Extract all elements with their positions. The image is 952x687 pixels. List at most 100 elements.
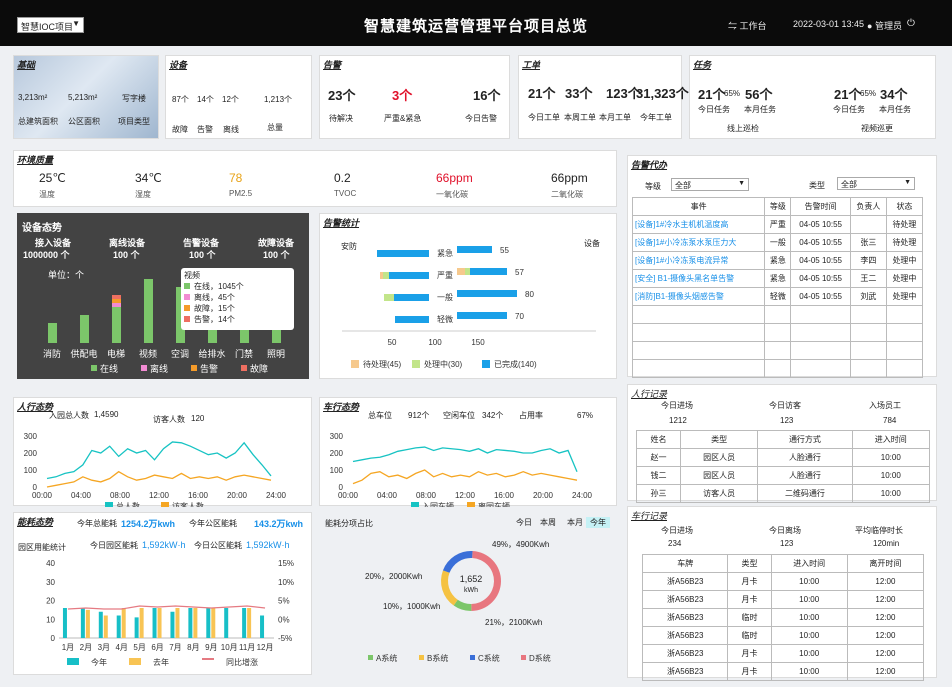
env-label: 温度 <box>39 190 55 199</box>
table-row[interactable]: 赵一 园区人员 人脸通行 10:00 <box>636 448 931 467</box>
alarm-critical-value: 3个 <box>392 88 413 103</box>
table-row[interactable]: [设备]1#冷水主机机温度高 严重 04-05 10:55 待处理 <box>631 215 924 234</box>
todo-type-select[interactable]: 全部 ▼ <box>837 177 915 190</box>
alarm-todo-card: 告警代办 等级 全部 ▼ 类型 全部 ▼ 事件 等级 告警时间 负责人 状态 [设备]1#冷… <box>627 155 937 378</box>
tooltip-row: 故障，15个 <box>184 303 291 314</box>
wo-year-label: 今年工单 <box>640 113 672 122</box>
empty-cell <box>790 359 851 378</box>
energy-card: 能耗态势 今年总能耗 1254.2万kwh 今年公区能耗 143.2万kwh 园… <box>13 512 312 675</box>
bar-今年 <box>188 608 193 638</box>
x-tick: 08:00 <box>110 491 131 500</box>
table-row[interactable]: [设备]1#小冷冻泵水泵压力大 一般 04-05 10:55 张三 待处理 <box>631 233 924 252</box>
car-record-table: 车牌 类型 进入时间 离开时间 浙A56B23 月卡 10:00 12:00 浙A56B23 月卡… <box>641 554 925 681</box>
bar-今年 <box>98 611 103 638</box>
env-value: 34℃ <box>135 171 162 185</box>
table-row[interactable]: 浙A56B23 临时 10:00 12:00 <box>641 608 925 627</box>
split-label-d: 49%，4900Kwh <box>492 540 550 549</box>
user-menu[interactable]: ● 管理员 <box>867 19 902 32</box>
x-tick: 5月 <box>133 643 145 652</box>
env-value: 66ppm <box>551 171 588 185</box>
y-tick: 20 <box>46 597 55 606</box>
x-tick: 16:00 <box>494 491 515 500</box>
alarm-pending-label: 待解决 <box>329 114 353 123</box>
table-cell: 处理中 <box>885 269 924 288</box>
todo-level-select[interactable]: 全部 ▼ <box>671 178 749 191</box>
legend-label: 总人数 <box>116 501 140 507</box>
bar-left <box>377 250 429 257</box>
table-cell: 浙A56B23 <box>641 626 729 645</box>
axis-tick: 150 <box>471 338 485 347</box>
bar-value: 70 <box>515 312 524 321</box>
table-cell[interactable]: [消防]B1-摄像头烟感告警 <box>631 287 766 306</box>
bar-left <box>389 272 429 279</box>
cr-avg-value: 120min <box>873 539 900 548</box>
table-row[interactable]: [设备]1#小冷冻泵电流异常 紧急 04-05 10:55 李四 处理中 <box>631 251 924 270</box>
task-a-caption: 线上巡检 <box>727 124 759 133</box>
table-cell: 10:00 <box>770 590 848 609</box>
chevron-down-icon: ▼ <box>738 180 745 187</box>
table-row[interactable]: 钱二 园区人员 人脸通行 10:00 <box>636 466 931 485</box>
device-status-card: 设备态势 接入设备 离线设备 告警设备 故障设备 1000000 个 100 个… <box>17 213 309 379</box>
x-tick: 00:00 <box>338 491 359 500</box>
table-cell: 04-05 10:55 <box>790 251 851 270</box>
todo-title: 告警代办 <box>631 160 668 170</box>
x-tick-label: 给排水 <box>198 348 225 359</box>
x-tick: 4月 <box>115 643 127 652</box>
env-label: 二氧化碳 <box>551 190 583 199</box>
table-cell[interactable]: [设备]1#小冷冻泵电流异常 <box>631 251 766 270</box>
table-cell[interactable]: [设备]1#小冷冻泵水泵压力大 <box>631 233 766 252</box>
table-row[interactable]: 浙A56B23 月卡 10:00 12:00 <box>641 644 925 663</box>
legend-swatch <box>191 365 197 371</box>
y-tick: 100 <box>24 466 38 475</box>
pie-center-unit: kWh <box>464 587 478 594</box>
table-cell: 临时 <box>727 608 772 627</box>
table-cell: 04-05 10:55 <box>790 215 851 234</box>
bar-去年 <box>85 609 90 638</box>
env-title: 环境质量 <box>17 155 54 165</box>
legend-label: B系统 <box>427 653 448 663</box>
table-cell[interactable]: [设备]1#冷水主机机温度高 <box>631 215 766 234</box>
table-cell: 处理中 <box>885 251 924 270</box>
task-a-today-value: 21个 <box>698 87 726 102</box>
user-name: 管理员 <box>874 21 902 31</box>
device-offline-label: 离线 <box>223 125 239 134</box>
table-row[interactable]: 浙A56B23 月卡 10:00 12:00 <box>641 662 925 681</box>
legend-swatch <box>184 283 190 289</box>
y-right-tick: -5% <box>278 634 292 643</box>
people-record-card: 人行记录 今日进场 今日访客 入场员工 1212 123 784 姓名 类型 通行方… <box>627 384 937 503</box>
x-tick-label: 视频 <box>139 348 157 359</box>
tooltip-title: 视频 <box>184 271 200 280</box>
device-total-value: 1,213个 <box>264 95 293 104</box>
legend-swatch <box>67 658 79 665</box>
empty-cell <box>849 341 887 360</box>
task-b-today-label: 今日任务 <box>833 105 865 114</box>
column-header: 告警时间 <box>790 197 851 216</box>
empty-cell <box>790 323 851 342</box>
table-cell: 紧急 <box>764 251 792 270</box>
table-row[interactable]: 浙A56B23 临时 10:00 12:00 <box>641 626 925 645</box>
wo-week-value: 33个 <box>565 86 593 101</box>
column-header: 类型 <box>727 554 772 573</box>
table-cell: 人脸通行 <box>757 466 853 485</box>
bar-去年 <box>139 608 144 638</box>
table-cell: 12:00 <box>846 590 925 609</box>
env-value: 0.2 <box>334 171 351 185</box>
table-row[interactable]: 孙三 访客人员 二维码通行 10:00 <box>636 484 931 503</box>
table-cell: 人脸通行 <box>757 448 853 467</box>
table-cell: 严重 <box>764 215 792 234</box>
workbench-link[interactable]: ⇋ 工作台 <box>728 19 767 32</box>
task-b-caption: 视频巡更 <box>861 124 893 133</box>
table-cell[interactable]: [安全] B1-摄像头黑名单告警 <box>631 269 766 288</box>
device-alarm-label: 告警 <box>197 125 213 134</box>
table-row[interactable]: 浙A56B23 月卡 10:00 12:00 <box>641 590 925 609</box>
task-card: 任务 21个 65% 56个 今日任务 本月任务 线上巡检 21个 65% 34… <box>689 55 936 139</box>
bar-离线 <box>112 303 121 307</box>
y-tick: 300 <box>330 432 344 441</box>
table-row[interactable]: [消防]B1-摄像头烟感告警 轻微 04-05 10:55 刘武 处理中 <box>631 287 924 306</box>
people-record-table: 姓名 类型 通行方式 进入时间 赵一 园区人员 人脸通行 10:00 钱二 园区人员 人脸通行 10:… <box>636 430 931 503</box>
table-row[interactable]: 浙A56B23 月卡 10:00 12:00 <box>641 572 925 591</box>
growth-line <box>67 605 266 610</box>
device-fault-label: 故障 <box>172 125 188 134</box>
power-icon[interactable]: ⏻ <box>907 18 915 29</box>
table-row[interactable]: [安全] B1-摄像头黑名单告警 紧急 04-05 10:55 王二 处理中 <box>631 269 924 288</box>
